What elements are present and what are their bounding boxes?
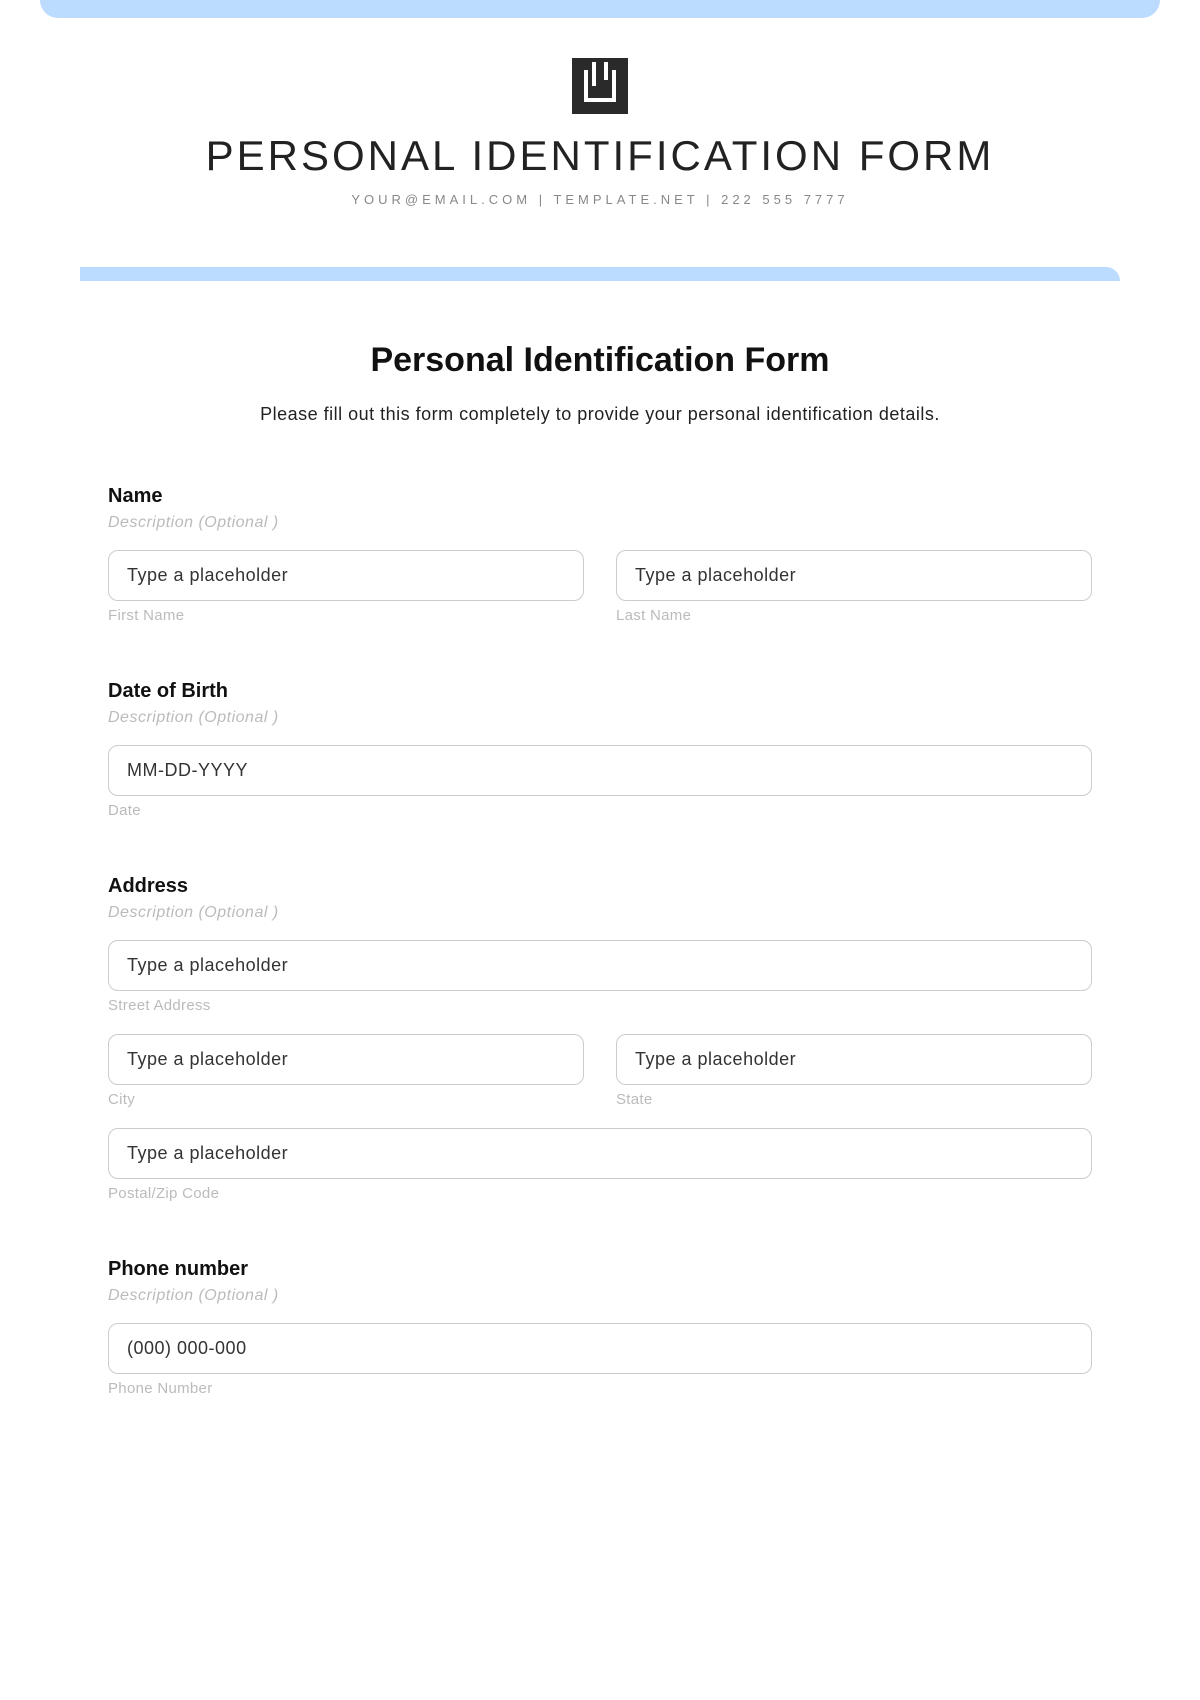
state-input[interactable] <box>616 1034 1092 1085</box>
last-name-input[interactable] <box>616 550 1092 601</box>
address-description: Description (Optional ) <box>108 904 1092 922</box>
street-address-input[interactable] <box>108 940 1092 991</box>
name-label: Name <box>108 485 1092 508</box>
first-name-input[interactable] <box>108 550 584 601</box>
page-container: PERSONAL IDENTIFICATION FORM YOUR@EMAIL.… <box>0 18 1200 1513</box>
dob-description: Description (Optional ) <box>108 709 1092 727</box>
logo-icon <box>572 58 628 114</box>
phone-description: Description (Optional ) <box>108 1287 1092 1305</box>
dob-label: Date of Birth <box>108 680 1092 703</box>
section-phone: Phone number Description (Optional ) Pho… <box>80 1258 1120 1397</box>
header-title: PERSONAL IDENTIFICATION FORM <box>80 132 1120 180</box>
phone-input[interactable] <box>108 1323 1092 1374</box>
first-name-sublabel: First Name <box>108 607 584 624</box>
form-title: Personal Identification Form <box>80 341 1120 380</box>
section-name: Name Description (Optional ) First Name … <box>80 485 1120 624</box>
header: PERSONAL IDENTIFICATION FORM YOUR@EMAIL.… <box>80 18 1120 237</box>
city-input[interactable] <box>108 1034 584 1085</box>
street-address-sublabel: Street Address <box>108 997 1092 1014</box>
dob-input[interactable] <box>108 745 1092 796</box>
dob-sublabel: Date <box>108 802 1092 819</box>
header-subtitle: YOUR@EMAIL.COM | TEMPLATE.NET | 222 555 … <box>80 192 1120 207</box>
zip-input[interactable] <box>108 1128 1092 1179</box>
name-description: Description (Optional ) <box>108 514 1092 532</box>
phone-label: Phone number <box>108 1258 1092 1281</box>
zip-sublabel: Postal/Zip Code <box>108 1185 1092 1202</box>
last-name-sublabel: Last Name <box>616 607 1092 624</box>
section-address: Address Description (Optional ) Street A… <box>80 875 1120 1202</box>
section-dob: Date of Birth Description (Optional ) Da… <box>80 680 1120 819</box>
address-label: Address <box>108 875 1092 898</box>
form-intro: Please fill out this form completely to … <box>80 404 1120 425</box>
city-sublabel: City <box>108 1091 584 1108</box>
divider-accent-bar <box>80 267 1120 281</box>
state-sublabel: State <box>616 1091 1092 1108</box>
top-accent-bar <box>40 0 1160 18</box>
phone-sublabel: Phone Number <box>108 1380 1092 1397</box>
